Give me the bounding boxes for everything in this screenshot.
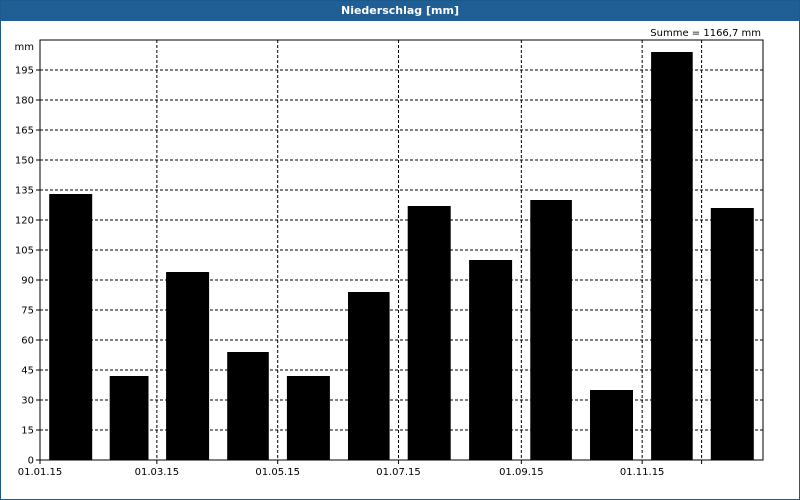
y-tick-label: 120 bbox=[15, 216, 34, 227]
x-tick-label: 01.09.15 bbox=[499, 467, 544, 478]
y-axis-label: mm bbox=[15, 42, 34, 53]
x-tick-label: 01.07.15 bbox=[376, 467, 421, 478]
bar-sep-2015 bbox=[530, 200, 572, 460]
bar-jul-2015 bbox=[407, 206, 451, 460]
bar-jan-2015 bbox=[49, 194, 93, 460]
y-tick-label: 60 bbox=[21, 336, 34, 347]
y-tick-label: 195 bbox=[15, 66, 34, 77]
y-tick-label: 135 bbox=[15, 186, 34, 197]
y-tick-label: 165 bbox=[15, 126, 34, 137]
bar-oct-2015 bbox=[590, 390, 633, 460]
x-tick-label: 01.03.15 bbox=[135, 467, 180, 478]
y-tick-label: 90 bbox=[21, 276, 34, 287]
y-tick-label: 75 bbox=[21, 306, 34, 317]
bar-mar-2015 bbox=[166, 272, 210, 460]
bar-chart: 0 15 30 45 60 75 90 105 120 135 150 165 180 195 mm 01.0… bbox=[15, 39, 764, 478]
bar-apr-2015 bbox=[227, 352, 269, 460]
bar-aug-2015 bbox=[469, 260, 513, 460]
bar-may-2015 bbox=[286, 376, 330, 460]
y-tick-label: 0 bbox=[28, 456, 34, 467]
y-tick-label: 180 bbox=[15, 96, 34, 107]
x-tick-label: 01.01.15 bbox=[18, 467, 63, 478]
y-tick-label: 30 bbox=[21, 396, 34, 407]
y-tick-label: 105 bbox=[15, 246, 34, 257]
bar-dec-2015 bbox=[710, 208, 754, 460]
y-tick-label: 15 bbox=[21, 426, 34, 437]
y-tick-label: 150 bbox=[15, 156, 34, 167]
bars bbox=[49, 52, 754, 460]
x-tick-label: 01.11.15 bbox=[620, 467, 665, 478]
y-tick-label: 45 bbox=[21, 366, 34, 377]
bar-nov-2015 bbox=[651, 52, 693, 460]
bar-jun-2015 bbox=[348, 292, 390, 460]
bar-feb-2015 bbox=[109, 376, 149, 460]
x-tick-label: 01.05.15 bbox=[255, 467, 300, 478]
